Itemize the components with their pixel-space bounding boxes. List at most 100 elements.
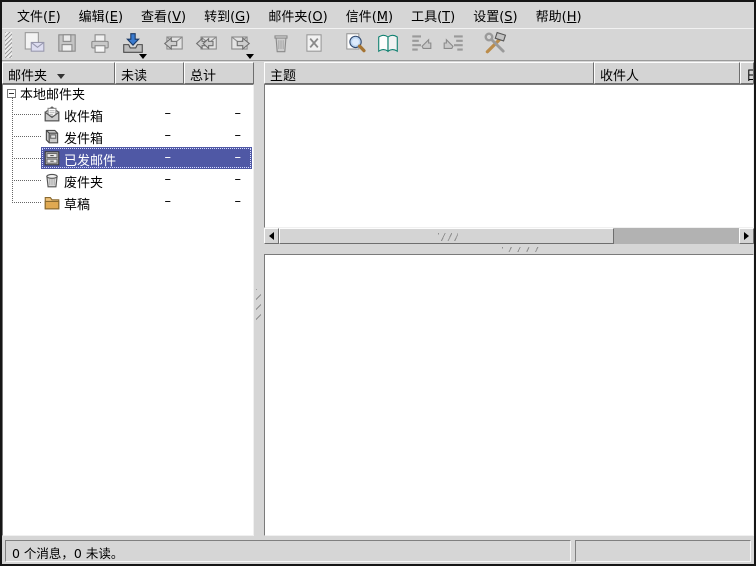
address-book-icon	[376, 31, 400, 59]
reply-all-icon	[195, 31, 219, 59]
scroll-left-button[interactable]	[264, 228, 279, 244]
reply-button[interactable]	[157, 29, 190, 61]
folder-total-count: –	[185, 128, 248, 143]
scrollbar-thumb[interactable]	[279, 228, 614, 244]
trash-button[interactable]	[264, 29, 297, 61]
dropdown-caret-icon	[139, 54, 147, 59]
folder-row-local-folders[interactable]: 本地邮件夹	[3, 85, 253, 101]
menu-label: 转到(	[204, 10, 235, 25]
menu-mnemonic: G	[235, 10, 245, 25]
reply-all-button[interactable]	[190, 29, 223, 61]
menu-mnemonic: V	[172, 10, 181, 25]
unread-column-header[interactable]: 未读	[115, 62, 184, 84]
folder-row-sent-mail[interactable]: 已发邮件 – –	[3, 147, 253, 169]
menu-file[interactable]: 文件(F)	[8, 3, 70, 28]
print-button[interactable]	[83, 29, 116, 61]
toolbar-drag-handle[interactable]	[5, 32, 12, 58]
subject-column-header[interactable]: 主题	[264, 62, 594, 84]
folder-total-count: –	[185, 106, 248, 121]
menu-label: )	[181, 10, 186, 25]
find-messages-icon	[343, 31, 367, 59]
menu-edit[interactable]: 编辑(E)	[70, 3, 132, 28]
menu-settings[interactable]: 设置(S)	[464, 3, 526, 28]
save-icon	[55, 31, 79, 59]
folder-unread-count: –	[116, 194, 178, 209]
menu-label: 工具(	[411, 10, 442, 25]
toolbar	[2, 28, 754, 61]
column-label: 未读	[121, 69, 147, 84]
forward-button[interactable]	[223, 29, 256, 61]
menu-label: )	[245, 10, 250, 25]
dropdown-caret-icon	[246, 54, 254, 59]
horizontal-splitter-handle[interactable]	[264, 244, 754, 254]
folder-unread-count: –	[116, 150, 178, 165]
folder-row-inbox[interactable]: 收件箱 – –	[3, 103, 253, 125]
date-column-header[interactable]: 日期	[740, 62, 754, 84]
menu-mnemonic: O	[312, 10, 322, 25]
folder-row-outbox[interactable]: 发件箱 – –	[3, 125, 253, 147]
menu-label: )	[388, 10, 393, 25]
new-message-icon	[22, 31, 46, 59]
delete-message-button[interactable]	[297, 29, 330, 61]
folder-label: 本地邮件夹	[20, 84, 85, 103]
folder-row-drafts[interactable]: 草稿 – –	[3, 191, 253, 213]
tree-branch-line	[12, 202, 41, 203]
find-messages-button[interactable]	[338, 29, 371, 61]
menu-mnemonic: S	[504, 10, 512, 25]
reply-icon	[162, 31, 186, 59]
outbox-icon	[43, 127, 61, 145]
configure-button[interactable]	[478, 29, 511, 61]
message-list-pane	[264, 84, 754, 228]
tree-branch-line	[12, 158, 41, 159]
message-list-horizontal-scrollbar[interactable]	[264, 228, 754, 244]
menu-folder[interactable]: 邮件夹(O)	[259, 3, 336, 28]
folder-row-trash[interactable]: 废件夹 – –	[3, 169, 253, 191]
address-book-button[interactable]	[371, 29, 404, 61]
inbox-icon	[43, 105, 61, 123]
vertical-splitter-handle[interactable]	[254, 62, 264, 537]
menu-label: 编辑(	[79, 10, 110, 25]
next-unread-button[interactable]	[437, 29, 470, 61]
scrollbar-grip-icon	[438, 233, 458, 241]
status-message: 0 个消息，0 未读。	[12, 546, 123, 561]
menu-label: 设置(	[473, 10, 504, 25]
previous-unread-button[interactable]	[404, 29, 437, 61]
recipient-column-header[interactable]: 收件人	[594, 62, 740, 84]
check-mail-button[interactable]	[116, 29, 149, 61]
menu-view[interactable]: 查看(V)	[132, 3, 195, 28]
total-column-header[interactable]: 总计	[184, 62, 254, 84]
folder-column-header[interactable]: 邮件夹	[2, 62, 115, 84]
scroll-right-button[interactable]	[739, 228, 754, 244]
status-bar: 0 个消息，0 未读。	[2, 540, 754, 562]
tree-branch-line	[12, 180, 41, 181]
menu-tools[interactable]: 工具(T)	[402, 3, 464, 28]
sent-mail-icon	[43, 149, 61, 167]
column-label: 总计	[190, 69, 216, 84]
delete-message-icon	[302, 31, 326, 59]
splitter-grip-icon	[502, 247, 542, 252]
folder-total-count: –	[185, 194, 248, 209]
menu-label: 帮助(	[536, 10, 567, 25]
menu-help[interactable]: 帮助(H)	[527, 3, 591, 28]
tree-branch-line	[12, 136, 41, 137]
folder-label: 草稿	[64, 194, 90, 213]
menu-mnemonic: M	[377, 10, 388, 25]
save-button[interactable]	[50, 29, 83, 61]
menu-mnemonic: F	[48, 10, 55, 25]
menu-label: )	[323, 10, 328, 25]
folder-label: 发件箱	[64, 128, 103, 147]
new-message-button[interactable]	[17, 29, 50, 61]
menu-go[interactable]: 转到(G)	[195, 3, 259, 28]
folder-total-count: –	[185, 150, 248, 165]
arrow-right-icon	[744, 232, 749, 240]
tree-branch-line	[12, 114, 41, 115]
menu-mnemonic: E	[110, 10, 118, 25]
mail-client-window: 文件(F) 编辑(E) 查看(V) 转到(G) 邮件夹(O) 信件(M) 工具(…	[0, 0, 756, 566]
menu-mnemonic: H	[567, 10, 577, 25]
menu-label: 查看(	[141, 10, 172, 25]
menu-message[interactable]: 信件(M)	[337, 3, 402, 28]
menu-label: 邮件夹(	[268, 10, 312, 25]
folder-label: 废件夹	[64, 172, 103, 191]
message-preview-pane	[264, 254, 754, 536]
drafts-icon	[43, 193, 61, 211]
